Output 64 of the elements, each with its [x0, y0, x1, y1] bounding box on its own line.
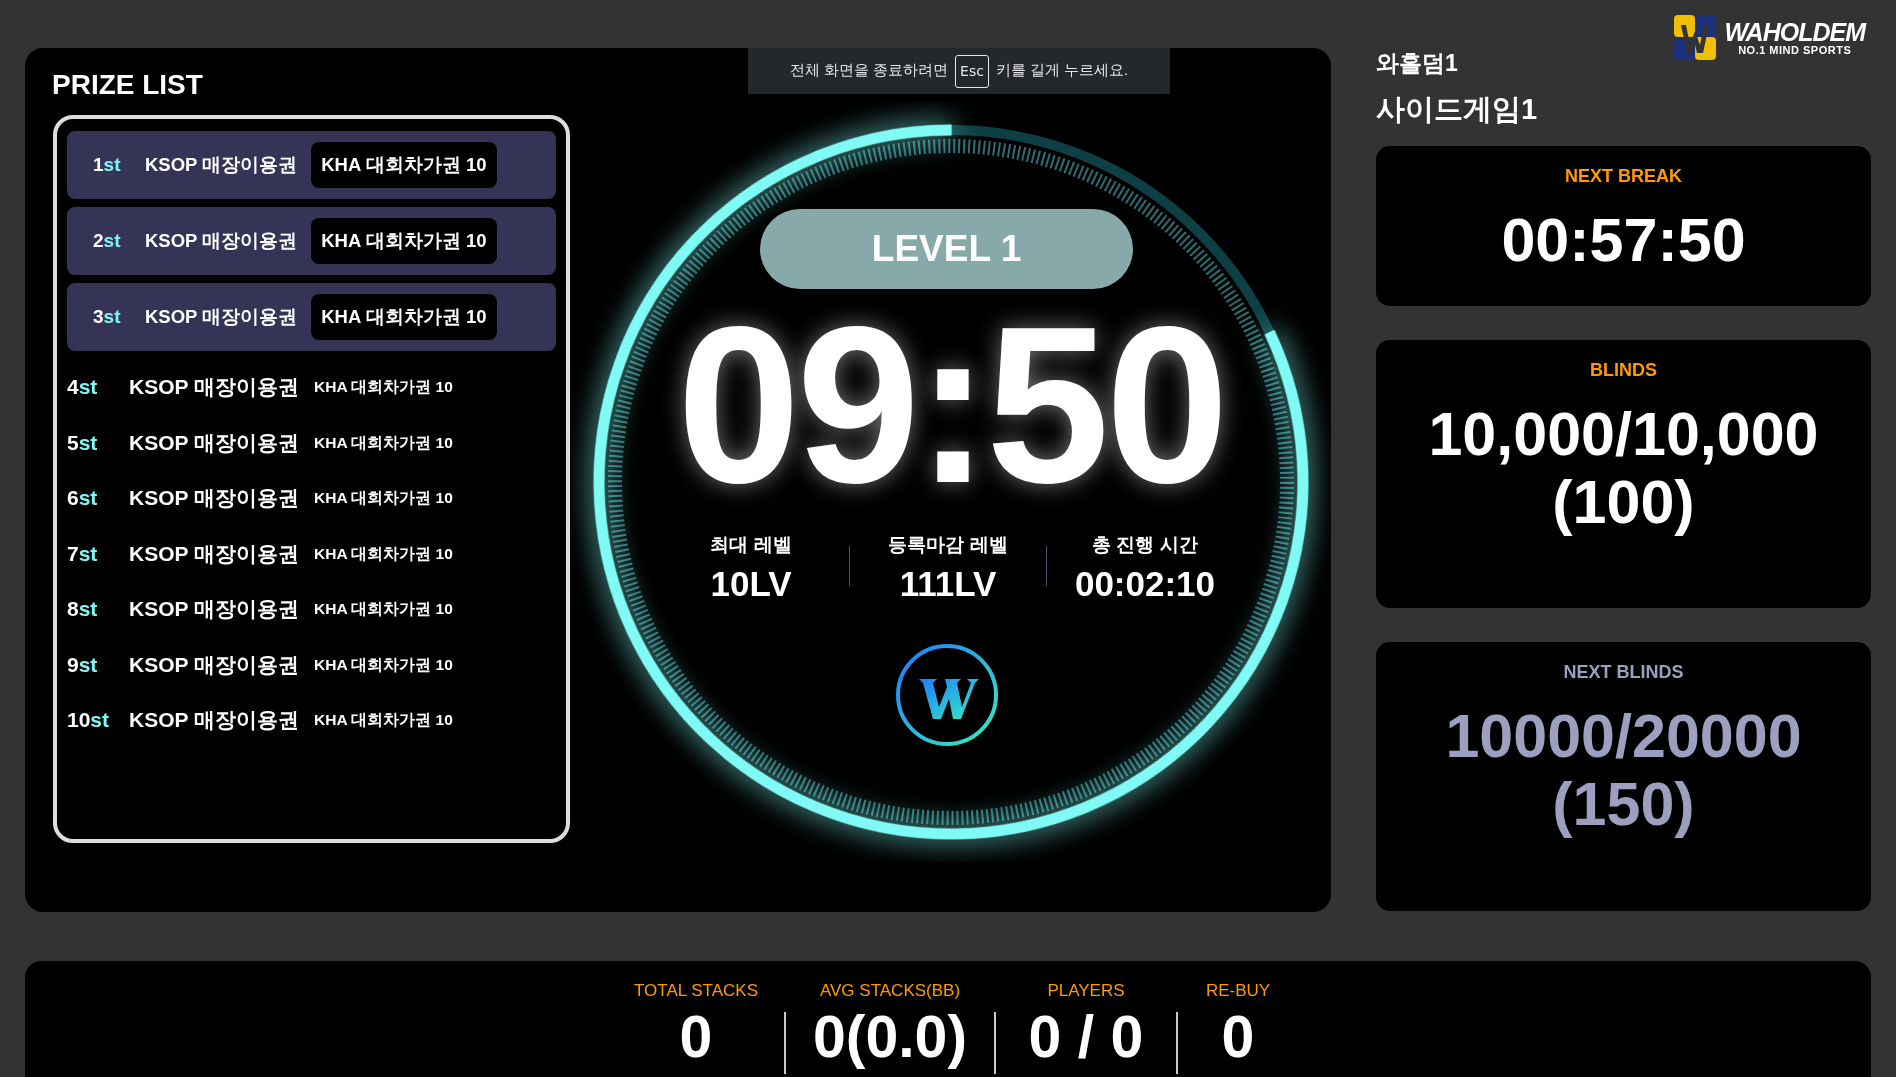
prize-rank: 6st	[67, 485, 99, 511]
stat-value: 0	[1221, 1003, 1255, 1072]
card-value: 10000/20000	[1445, 702, 1802, 770]
prize-name: KSOP 매장이용권	[145, 305, 298, 330]
prize-rank: 1st	[93, 152, 122, 177]
prize-name: KSOP 매장이용권	[129, 429, 300, 456]
prize-rank: 9st	[67, 651, 99, 678]
stat-label: TOTAL STACKS	[633, 980, 759, 1002]
prize-rank: 3st	[93, 304, 122, 329]
logo-tagline: NO.1 MIND SPORTS	[1738, 43, 1852, 56]
card-value: 00:57:50	[1501, 206, 1746, 274]
card-title: NEXT BLINDS	[1563, 661, 1684, 684]
level-pill: LEVEL 1	[760, 209, 1133, 289]
logo-wordmark: WAHOLDEM	[1724, 19, 1865, 44]
stat-value: 0 / 0	[1028, 1003, 1144, 1072]
prize-name: KSOP 매장이용권	[129, 651, 300, 678]
prize-name: KSOP 매장이용권	[145, 229, 298, 254]
toast-text: 전체 화면을 종료하려면	[790, 61, 949, 81]
stat-value: 0	[679, 1003, 713, 1072]
prize-reward: KHA 대회차가권 10	[314, 488, 453, 509]
stat-label: PLAYERS	[1047, 980, 1125, 1002]
card-value: 10,000/10,000	[1428, 400, 1819, 468]
prize-name: KSOP 매장이용권	[129, 707, 300, 733]
card-value: (100)	[1552, 468, 1695, 536]
game-title: 사이드게임1	[1376, 92, 1538, 126]
stat-value: 0(0.0)	[812, 1003, 968, 1072]
prize-rank: 2st	[93, 228, 122, 253]
prize-list-title: PRIZE LIST	[52, 68, 204, 102]
prize-rank: 5st	[67, 429, 99, 456]
toast-text: 키를 길게 누르세요.	[995, 61, 1128, 81]
stat-label: RE-BUY	[1205, 980, 1271, 1002]
stat-label: AVG STACKS(BB)	[819, 980, 961, 1002]
w-logo-icon	[895, 643, 999, 747]
prize-rank: 8st	[67, 596, 99, 622]
stat-label: 최대 레벨	[710, 533, 792, 557]
card-title: NEXT BREAK	[1565, 165, 1682, 188]
prize-name: KSOP 매장이용권	[129, 485, 300, 511]
countdown-time: 09:50	[676, 294, 1226, 516]
prize-reward: KHA 대회차가권 10	[311, 294, 497, 340]
stat-label: 총 진행 시간	[1092, 533, 1198, 557]
stat-value: 10LV	[710, 563, 792, 605]
logo-card-icon	[1674, 15, 1717, 60]
prize-reward: KHA 대회차가권 10	[314, 432, 453, 453]
card-title: BLINDS	[1590, 359, 1657, 382]
prize-name: KSOP 매장이용권	[129, 540, 300, 567]
prize-name: KSOP 매장이용권	[145, 153, 298, 178]
prize-reward: KHA 대회차가권 10	[311, 218, 497, 264]
esc-key: Esc	[955, 54, 989, 88]
prize-reward: KHA 대회차가권 10	[314, 599, 453, 620]
prize-reward: KHA 대회차가권 10	[314, 654, 453, 675]
prize-reward: KHA 대회차가권 10	[311, 142, 497, 188]
stat-value: 111LV	[899, 563, 997, 605]
prize-name: KSOP 매장이용권	[129, 596, 300, 622]
prize-reward: KHA 대회차가권 10	[314, 377, 453, 398]
prize-rank: 10st	[67, 707, 111, 733]
venue-title: 와홀덤1	[1376, 50, 1458, 76]
prize-name: KSOP 매장이용권	[129, 374, 300, 400]
prize-reward: KHA 대회차가권 10	[314, 710, 453, 731]
prize-reward: KHA 대회차가권 10	[314, 543, 453, 564]
prize-rank: 7st	[67, 540, 99, 567]
stat-value: 00:02:10	[1074, 563, 1216, 605]
card-value: (150)	[1552, 770, 1695, 838]
stat-label: 등록마감 레벨	[888, 533, 1008, 557]
prize-rank: 4st	[67, 374, 99, 400]
